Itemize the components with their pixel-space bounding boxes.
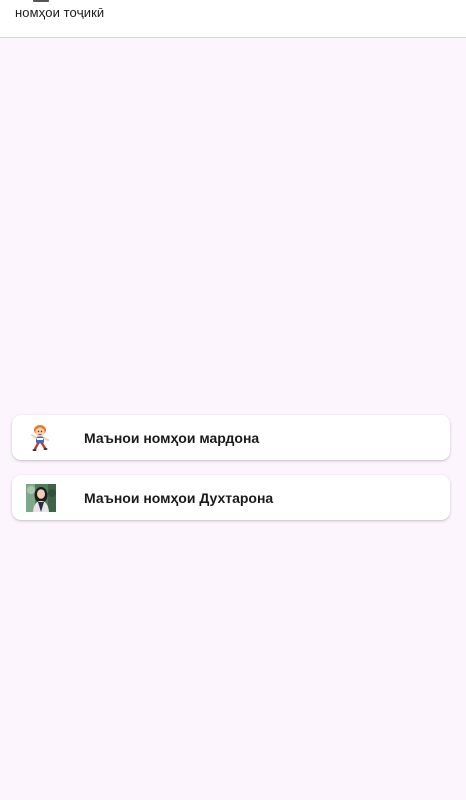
girls-names-label: Маънои номҳои Духтарона bbox=[84, 489, 274, 506]
drag-handle bbox=[33, 0, 49, 2]
girl-photo-icon bbox=[26, 483, 56, 513]
main-content: Маънои номҳои мардона Маънои номҳои Духт… bbox=[0, 38, 466, 800]
girls-names-button[interactable]: Маънои номҳои Духтарона bbox=[12, 475, 450, 520]
app-title: номҳои тоҷикӣ bbox=[15, 5, 105, 20]
boys-names-label: Маънои номҳои мардона bbox=[84, 429, 260, 446]
boys-names-button[interactable]: Маънои номҳои мардона bbox=[12, 415, 450, 460]
boy-cartoon-icon bbox=[26, 423, 56, 453]
app-bar: номҳои тоҷикӣ bbox=[0, 0, 466, 38]
